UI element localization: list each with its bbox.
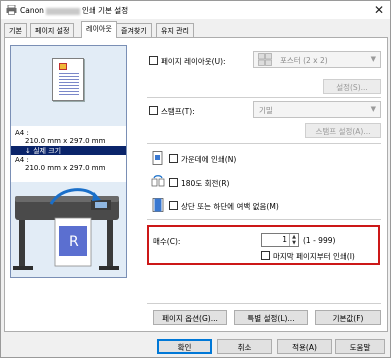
preview-text-line <box>59 85 79 86</box>
preview-text-line <box>59 91 79 92</box>
printer-icon <box>6 5 17 15</box>
source-size-dims: 210.0 mm x 297.0 mm <box>25 137 106 145</box>
preview-text-line <box>59 94 79 95</box>
tab-basic[interactable]: 기본 <box>4 23 27 37</box>
preview-text-line <box>59 76 79 77</box>
scale-indicator: ↓ 실제 크기 <box>11 146 126 155</box>
center-print-label: 가운데에 인쇄(N) <box>181 155 237 164</box>
title-bar: Canon 인쇄 기본 설정 ✕ <box>1 1 390 19</box>
stamp-checkbox[interactable] <box>149 106 158 115</box>
special-settings-button[interactable]: 특별 설정(L)... <box>234 310 308 325</box>
print-preferences-dialog: Canon 인쇄 기본 설정 ✕ 기본 페이지 설정 레이아웃 즐겨찾기 유지 관… <box>0 0 391 358</box>
page-options-button[interactable]: 페이지 옵션(G)... <box>153 310 227 325</box>
cancel-button[interactable]: 취소 <box>217 339 272 354</box>
stamp-combo[interactable]: 기밀 ▼ <box>253 101 381 118</box>
title-prefix: Canon <box>20 6 44 15</box>
divider <box>147 303 381 304</box>
title-suffix: 인쇄 기본 설정 <box>81 6 129 15</box>
chevron-down-icon: ▼ <box>370 105 376 113</box>
page-layout-combo[interactable]: 포스터 (2 x 2) ▼ <box>253 51 381 68</box>
help-button[interactable]: 도움말 <box>335 339 385 354</box>
redacted-model-name <box>45 7 80 15</box>
center-print-icon <box>152 151 163 165</box>
page-layout-label: 페이지 레이아웃(U): <box>161 57 226 66</box>
window-title: Canon 인쇄 기본 설정 <box>20 5 128 16</box>
stepper-buttons[interactable]: ▲ ▼ <box>289 234 298 246</box>
preview-text-line <box>59 73 79 74</box>
reverse-order-label: 마지막 페이지부터 인쇄(I) <box>273 252 355 261</box>
preview-image-icon <box>59 63 67 70</box>
stamp-value: 기밀 <box>259 106 273 115</box>
preview-paper <box>52 58 84 101</box>
reverse-order-checkbox[interactable] <box>261 251 270 260</box>
page-layout-value: 포스터 (2 x 2) <box>280 56 328 65</box>
divider <box>147 97 381 98</box>
divider <box>147 219 381 220</box>
no-margin-label: 상단 또는 하단에 여백 없음(M) <box>181 202 279 211</box>
copies-value: 1 <box>282 235 287 244</box>
svg-text:R: R <box>69 234 79 250</box>
tab-page-setup[interactable]: 페이지 설정 <box>30 23 75 37</box>
page-layout-settings-button[interactable]: 설정(S)... <box>323 79 381 94</box>
printer-illustration: R <box>11 182 126 277</box>
copies-label: 매수(C): <box>153 237 181 246</box>
copies-stepper[interactable]: 1 ▲ ▼ <box>261 233 299 247</box>
print-preview: A4 : 210.0 mm x 297.0 mm ↓ 실제 크기 A4 : 21… <box>10 45 127 278</box>
chevron-down-icon: ▼ <box>370 55 376 63</box>
apply-button[interactable]: 적용(A) <box>277 339 332 354</box>
preview-text-line <box>59 88 79 89</box>
tab-maintenance[interactable]: 유지 관리 <box>156 23 194 37</box>
rotate-180-checkbox[interactable] <box>169 178 178 187</box>
no-margin-icon <box>152 198 164 212</box>
target-size-dims: 210.0 mm x 297.0 mm <box>25 164 106 172</box>
paper-size-info: A4 : 210.0 mm x 297.0 mm ↓ 실제 크기 A4 : 21… <box>11 126 126 180</box>
rotate-180-label: 180도 회전(R) <box>181 179 230 188</box>
copies-range: (1 - 999) <box>303 236 336 245</box>
close-button[interactable]: ✕ <box>374 3 384 17</box>
no-margin-checkbox[interactable] <box>169 201 178 210</box>
rotate-180-icon <box>151 175 165 187</box>
page-layout-checkbox[interactable] <box>149 56 158 65</box>
tab-favorites[interactable]: 즐겨찾기 <box>116 23 152 37</box>
preview-page-area <box>11 46 126 126</box>
defaults-button[interactable]: 기본값(F) <box>315 310 381 325</box>
ok-button[interactable]: 확인 <box>157 339 212 354</box>
poster-layout-icon <box>258 53 272 66</box>
preview-text-line <box>59 82 79 83</box>
stamp-label: 스탬프(T): <box>161 107 195 116</box>
stamp-settings-button[interactable]: 스탬프 설정(A)... <box>305 123 381 138</box>
preview-text-line <box>59 79 79 80</box>
divider <box>147 143 381 144</box>
large-format-printer-icon: R <box>13 188 119 270</box>
center-print-checkbox[interactable] <box>169 154 178 163</box>
tab-layout[interactable]: 레이아웃 <box>81 21 117 38</box>
